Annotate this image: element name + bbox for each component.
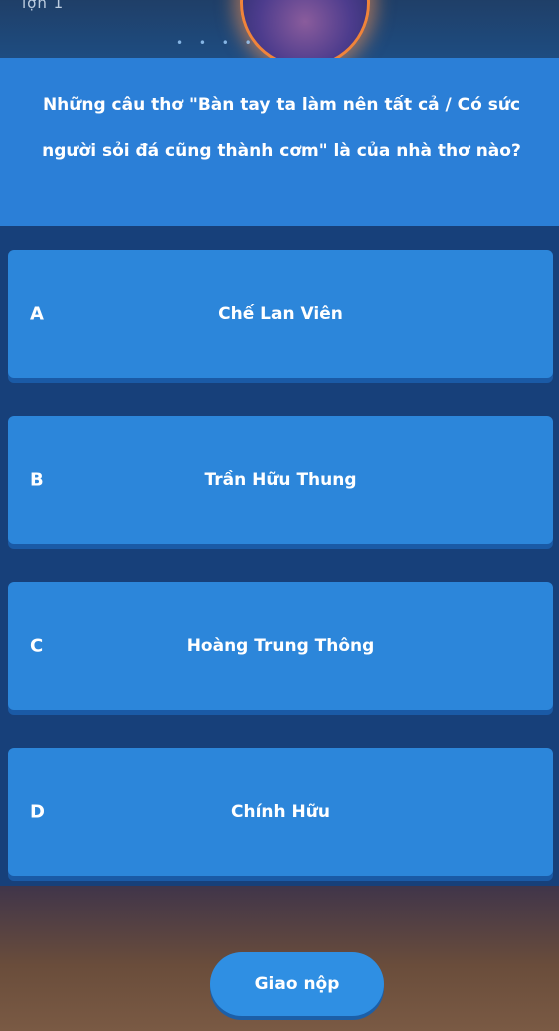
sparkle-dots-icon: • • • •	[176, 36, 258, 50]
question-text: Những câu thơ "Bàn tay ta làm nên tất cả…	[42, 95, 521, 161]
option-c-button[interactable]: C Hoàng Trung Thông	[8, 582, 553, 710]
option-b-button[interactable]: B Trần Hữu Thung	[8, 416, 553, 544]
header-fragment-text: lợn 1	[22, 0, 65, 12]
option-d-text: Chính Hữu	[231, 802, 330, 822]
option-a-text: Chế Lan Viên	[218, 304, 343, 324]
option-b-text: Trần Hữu Thung	[204, 470, 357, 490]
submit-button[interactable]: Giao nộp	[210, 952, 384, 1016]
option-a-button[interactable]: A Chế Lan Viên	[8, 250, 553, 378]
option-c-text: Hoàng Trung Thông	[186, 636, 375, 656]
option-d-button[interactable]: D Chính Hữu	[8, 748, 553, 876]
